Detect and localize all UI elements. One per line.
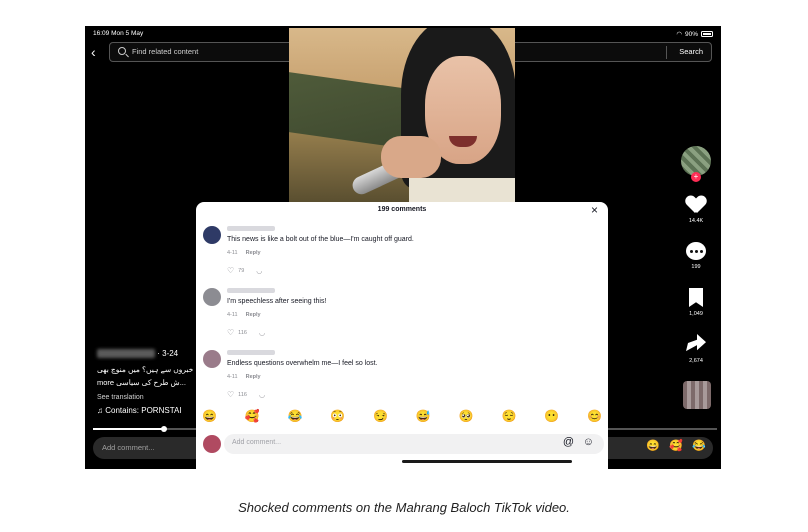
comment-count: 199 <box>691 264 701 270</box>
comment-button[interactable]: 199 <box>675 242 717 270</box>
mention-icon[interactable]: @ <box>563 436 574 448</box>
home-indicator <box>402 460 572 463</box>
comment-input-field[interactable]: Add comment... @ ☺ <box>224 434 604 454</box>
search-divider <box>666 46 667 59</box>
emoji-smirk-icon[interactable]: 😏 <box>373 409 388 423</box>
post-author[interactable]: · 3-24 <box>97 349 207 359</box>
figure-caption: Shocked comments on the Mahrang Baloch T… <box>238 500 570 515</box>
commenter-name[interactable] <box>227 288 275 293</box>
comment-input-placeholder[interactable]: Add comment... <box>232 439 281 446</box>
comment-like-count: 79 <box>238 267 245 274</box>
like-button[interactable]: 14.4K <box>675 196 717 224</box>
comment-actions: ♡ 116 ◡ <box>227 390 265 399</box>
dislike-icon[interactable]: ◡ <box>256 267 262 275</box>
battery-percent: 90% <box>684 30 698 38</box>
commenter-avatar[interactable] <box>203 288 221 306</box>
share-button[interactable]: 2,674 <box>675 334 717 364</box>
comment-actions: ♡ 116 ◡ <box>227 328 265 337</box>
reply-button[interactable]: Reply <box>246 312 261 318</box>
commenter-avatar[interactable] <box>203 226 221 244</box>
like-count: 14.4K <box>688 218 704 224</box>
wifi-icon: ◠ <box>676 31 682 38</box>
emoji-quick-row: 😄 🥰 😂 😳 😏 😅 🥺 😌 😶 😊 <box>202 409 602 423</box>
comment-date: 4-11 <box>227 374 238 380</box>
battery-icon <box>701 31 713 37</box>
follow-plus-icon[interactable]: + <box>691 172 701 182</box>
comment-text: Endless questions overwhelm me—I feel so… <box>227 360 378 367</box>
emoji-sweat-smile-icon[interactable]: 😅 <box>416 409 431 423</box>
comment-date: 4-11 <box>227 312 238 318</box>
emoji-pleading-icon[interactable]: 🥺 <box>459 409 474 423</box>
reply-button[interactable]: Reply <box>246 250 261 256</box>
reply-button[interactable]: Reply <box>246 374 261 380</box>
search-input[interactable]: Find related content <box>132 47 198 56</box>
ipad-screen: 16:09 Mon 5 May ◠ 90% ‹ Find related con… <box>85 26 721 469</box>
emoji-grin-icon[interactable]: 😄 <box>202 409 217 423</box>
share-count: 2,674 <box>689 358 703 364</box>
commenter-name[interactable] <box>227 350 275 355</box>
share-arrow-icon <box>686 334 706 352</box>
heart-outline-icon[interactable]: ♡ <box>227 328 234 337</box>
emoji-laugh-icon[interactable]: 😂 <box>692 439 706 452</box>
save-button[interactable]: 1,049 <box>675 288 717 317</box>
emoji-hearts-icon[interactable]: 🥰 <box>669 439 683 452</box>
emoji-hearts-icon[interactable]: 🥰 <box>245 409 260 423</box>
comment-actions: ♡ 79 ◡ <box>227 266 262 275</box>
see-translation-link[interactable]: See translation <box>97 394 144 401</box>
emoji-picker-icon[interactable]: ☺ <box>583 436 594 448</box>
comment-date: 4-11 <box>227 250 238 256</box>
search-icon <box>118 47 126 55</box>
emoji-relieved-icon[interactable]: 😌 <box>501 409 516 423</box>
comment-text: This news is like a bolt out of the blue… <box>227 236 414 243</box>
dislike-icon[interactable]: ◡ <box>259 329 265 337</box>
heart-icon <box>686 196 706 214</box>
comment-item: I'm speechless after seeing this! 4-11 Re… <box>203 288 599 346</box>
progress-handle[interactable] <box>161 426 167 432</box>
music-disc-icon[interactable] <box>683 381 711 409</box>
emoji-smile-icon[interactable]: 😊 <box>587 409 602 423</box>
heart-outline-icon[interactable]: ♡ <box>227 266 234 275</box>
comment-item: This news is like a bolt out of the blue… <box>203 226 599 284</box>
current-user-avatar <box>203 435 221 453</box>
heart-outline-icon[interactable]: ♡ <box>227 390 234 399</box>
comment-text: I'm speechless after seeing this! <box>227 298 327 305</box>
comments-panel: 199 comments × This news is like a bolt … <box>196 202 608 469</box>
commenter-name[interactable] <box>227 226 275 231</box>
post-date: · 3-24 <box>157 349 179 358</box>
emoji-grin-icon[interactable]: 😄 <box>646 439 660 452</box>
comment-like-count: 116 <box>238 329 247 336</box>
post-caption-line-1: خبروں سے ہیں؟ میں منوچ بھی <box>97 365 194 374</box>
bookmark-icon <box>689 288 703 307</box>
comment-like-count: 116 <box>238 391 247 398</box>
status-time: 16:09 Mon 5 May <box>93 30 144 37</box>
back-arrow-icon[interactable]: ‹ <box>91 43 105 61</box>
bottom-comment-input[interactable]: Add comment... <box>102 443 155 452</box>
comments-header: 199 comments <box>377 206 427 213</box>
video-frame[interactable] <box>289 28 515 202</box>
post-caption-line-2[interactable]: more ش طرح کی سیاسی... <box>97 378 186 387</box>
comment-icon <box>686 242 706 260</box>
close-icon[interactable]: × <box>591 203 598 217</box>
comment-meta: 4-11 Reply <box>227 312 261 318</box>
emoji-laugh-icon[interactable]: 😂 <box>288 409 303 423</box>
dislike-icon[interactable]: ◡ <box>259 391 265 399</box>
save-count: 1,049 <box>689 311 703 317</box>
emoji-flushed-icon[interactable]: 😳 <box>330 409 345 423</box>
comment-meta: 4-11 Reply <box>227 374 261 380</box>
status-icons: ◠ 90% <box>676 30 713 38</box>
search-button[interactable]: Search <box>679 47 703 56</box>
comment-meta: 4-11 Reply <box>227 250 261 256</box>
emoji-no-mouth-icon[interactable]: 😶 <box>544 409 559 423</box>
commenter-avatar[interactable] <box>203 350 221 368</box>
comment-item: Endless questions overwhelm me—I feel so… <box>203 350 599 408</box>
sound-label[interactable]: ♫ Contains: PORNSTAI <box>97 406 182 415</box>
